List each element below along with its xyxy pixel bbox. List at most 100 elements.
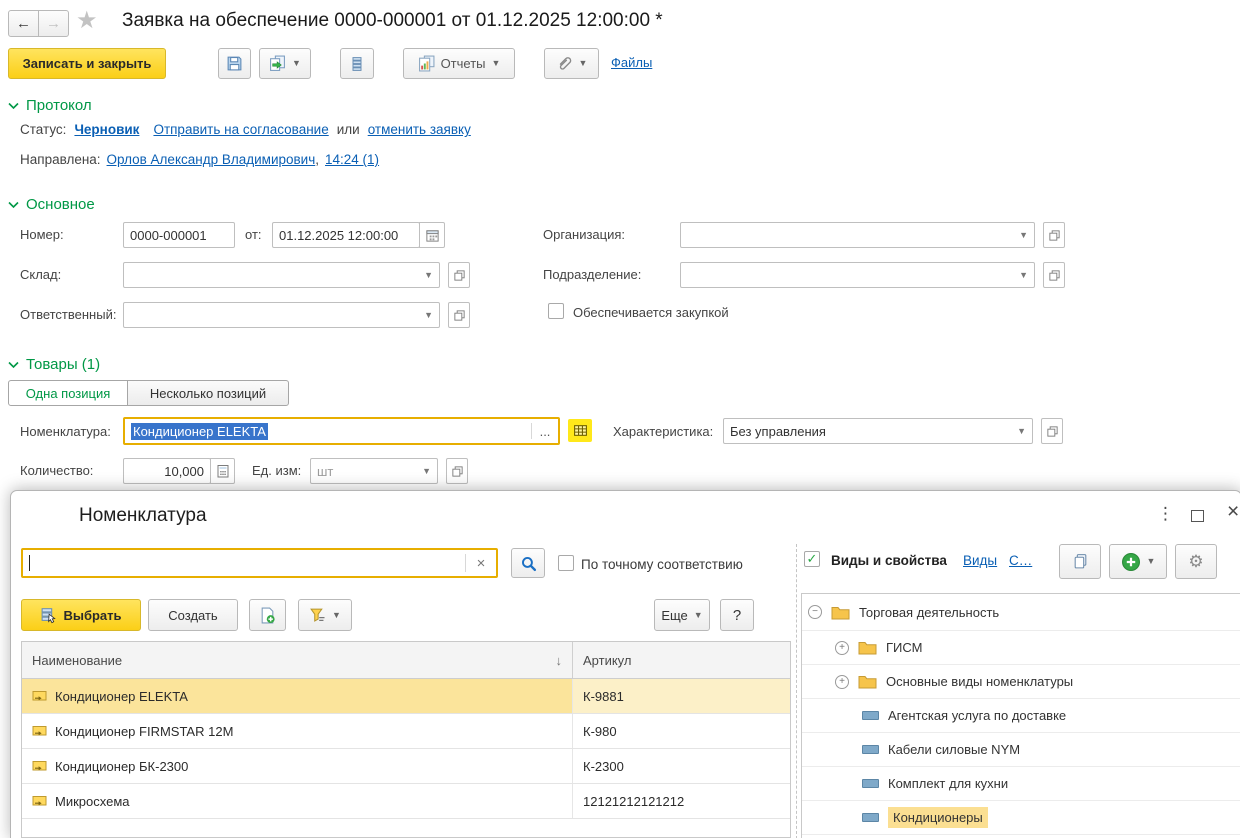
unit-field[interactable]: шт ▼ — [310, 458, 438, 484]
tree-row[interactable]: Комплект для кухни — [802, 767, 1240, 801]
responsible-open-button[interactable] — [448, 302, 470, 328]
chevron-down-icon[interactable]: ▼ — [1019, 230, 1028, 240]
warehouse-open-button[interactable] — [448, 262, 470, 288]
send-for-approval-link[interactable]: Отправить на согласование — [153, 122, 328, 137]
chevron-down-icon[interactable]: ▼ — [422, 466, 431, 476]
table-row[interactable]: Микросхема 12121212121212 — [22, 784, 790, 819]
create-group-button[interactable] — [249, 599, 286, 631]
help-button[interactable]: ? — [720, 599, 754, 631]
select-button[interactable]: Выбрать — [21, 599, 141, 631]
settings-button[interactable]: ⚙ — [1175, 544, 1217, 579]
purchase-checkbox-label: Обеспечивается закупкой — [573, 305, 729, 320]
chevron-down-icon[interactable]: ▼ — [424, 310, 433, 320]
table-row[interactable]: Кондиционер ELEKTA К-9881 — [22, 679, 790, 714]
characteristic-open-button[interactable] — [1041, 418, 1063, 444]
nav-forward-button[interactable]: → — [38, 10, 69, 37]
expand-node-icon[interactable]: + — [835, 674, 849, 689]
dialog-close-button[interactable]: × — [1227, 500, 1239, 524]
section-goods[interactable]: Товары (1) — [8, 356, 100, 373]
calendar-icon — [425, 228, 440, 243]
search-input[interactable]: × — [21, 548, 498, 578]
division-field[interactable]: ▼ — [680, 262, 1035, 288]
add-button[interactable]: ▼ — [1109, 544, 1167, 579]
item-type-icon — [862, 745, 879, 754]
table-row[interactable]: Кондиционер FIRMSTAR 12M К-980 — [22, 714, 790, 749]
nav-back-button[interactable]: ← — [8, 10, 39, 37]
column-header-sku[interactable]: Артикул — [572, 642, 790, 678]
tree-row[interactable]: + ГИСМ — [802, 631, 1240, 665]
organization-field[interactable]: ▼ — [680, 222, 1035, 248]
save-button[interactable] — [218, 48, 251, 79]
organization-open-button[interactable] — [1043, 222, 1065, 248]
save-and-close-button[interactable]: Записать и закрыть — [8, 48, 166, 79]
favorite-star-icon[interactable]: ★ — [76, 6, 98, 35]
unit-open-button[interactable] — [446, 458, 468, 484]
filter-button[interactable]: ▼ — [298, 599, 352, 631]
calendar-button[interactable] — [419, 222, 445, 248]
tree-row[interactable]: − Торговая деятельность — [802, 594, 1240, 631]
date-field[interactable]: 01.12.2025 12:00:00 — [272, 222, 420, 248]
properties-link[interactable]: С… — [1009, 553, 1032, 568]
chevron-down-icon[interactable]: ▼ — [1019, 270, 1028, 280]
types-link[interactable]: Виды — [963, 553, 997, 568]
characteristic-value: Без управления — [730, 423, 826, 439]
nomenclature-item-icon — [32, 760, 47, 772]
expand-node-icon[interactable]: + — [835, 640, 849, 655]
structure-button[interactable] — [340, 48, 374, 79]
table-header-row: Наименование ↓ Артикул — [22, 642, 790, 679]
tree-row[interactable]: Кондиционеры — [802, 801, 1240, 835]
tab-single-position[interactable]: Одна позиция — [8, 380, 128, 406]
copy-button[interactable] — [1059, 544, 1101, 579]
chevron-down-icon[interactable]: ▼ — [424, 270, 433, 280]
calculator-button[interactable] — [210, 458, 235, 484]
panel-splitter[interactable] — [796, 544, 797, 838]
characteristic-field[interactable]: Без управления ▼ — [723, 418, 1033, 444]
chevron-down-icon[interactable]: ▼ — [1017, 426, 1026, 436]
attachments-button[interactable]: ▼ — [544, 48, 599, 79]
collapse-node-icon[interactable]: − — [808, 605, 822, 619]
item-name: Кондиционер FIRMSTAR 12M — [55, 723, 234, 739]
clear-search-button[interactable]: × — [466, 555, 496, 572]
dialog-maximize-button[interactable] — [1191, 510, 1204, 522]
search-icon — [520, 555, 537, 572]
responsible-field[interactable]: ▼ — [123, 302, 440, 328]
nomenclature-table-body: Кондиционер ELEKTA К-9881 Кондиционер FIRM… — [22, 679, 790, 819]
dialog-menu-dots-icon[interactable]: ⋮ — [1157, 504, 1174, 524]
open-form-icon — [453, 309, 466, 322]
nomenclature-ellipsis-button[interactable]: ... — [532, 424, 558, 439]
purchase-checkbox[interactable] — [548, 303, 564, 319]
section-main[interactable]: Основное — [8, 196, 95, 213]
back-arrow-icon: ← — [16, 15, 31, 32]
tab-multiple-positions[interactable]: Несколько позиций — [127, 380, 289, 406]
nomenclature-table: Наименование ↓ Артикул Кондиционер ELEKT… — [21, 641, 791, 838]
division-open-button[interactable] — [1043, 262, 1065, 288]
status-value-link[interactable]: Черновик — [74, 122, 139, 137]
tree-row[interactable]: + Основные виды номенклатуры — [802, 665, 1240, 699]
cancel-request-link[interactable]: отменить заявку — [368, 122, 471, 137]
section-protocol[interactable]: Протокол — [8, 97, 92, 114]
tree-row[interactable]: Кабели силовые NYM — [802, 733, 1240, 767]
table-row[interactable]: Кондиционер БК-2300 К-2300 — [22, 749, 790, 784]
sent-time-link[interactable]: 14:24 (1) — [325, 152, 379, 167]
responsible-label: Ответственный: — [20, 307, 117, 322]
reports-button[interactable]: Отчеты ▼ — [403, 48, 515, 79]
create-button[interactable]: Создать — [148, 599, 238, 631]
tree-label: ГИСМ — [886, 640, 923, 655]
more-button[interactable]: Еще ▼ — [654, 599, 710, 631]
types-checkbox[interactable]: ✓ — [804, 551, 820, 567]
show-in-list-button[interactable] — [568, 419, 592, 442]
application-window: ← → ★ Заявка на обеспечение 0000-000001 … — [0, 0, 1240, 838]
quantity-field[interactable]: 10,000 — [123, 458, 211, 484]
create-based-on-button[interactable]: ▼ — [259, 48, 311, 79]
exact-match-checkbox[interactable] — [558, 555, 574, 571]
number-field[interactable]: 0000-000001 — [123, 222, 235, 248]
warehouse-field[interactable]: ▼ — [123, 262, 440, 288]
files-link[interactable]: Файлы — [611, 55, 652, 70]
filter-funnel-icon — [309, 607, 326, 624]
unit-placeholder: шт — [317, 463, 334, 479]
column-header-name[interactable]: Наименование ↓ — [22, 642, 572, 678]
tree-row[interactable]: Агентская услуга по доставке — [802, 699, 1240, 733]
sent-person-link[interactable]: Орлов Александр Владимирович — [107, 152, 316, 167]
search-button[interactable] — [511, 548, 545, 578]
nomenclature-field[interactable]: Кондиционер ELEKTA ... — [123, 417, 560, 445]
